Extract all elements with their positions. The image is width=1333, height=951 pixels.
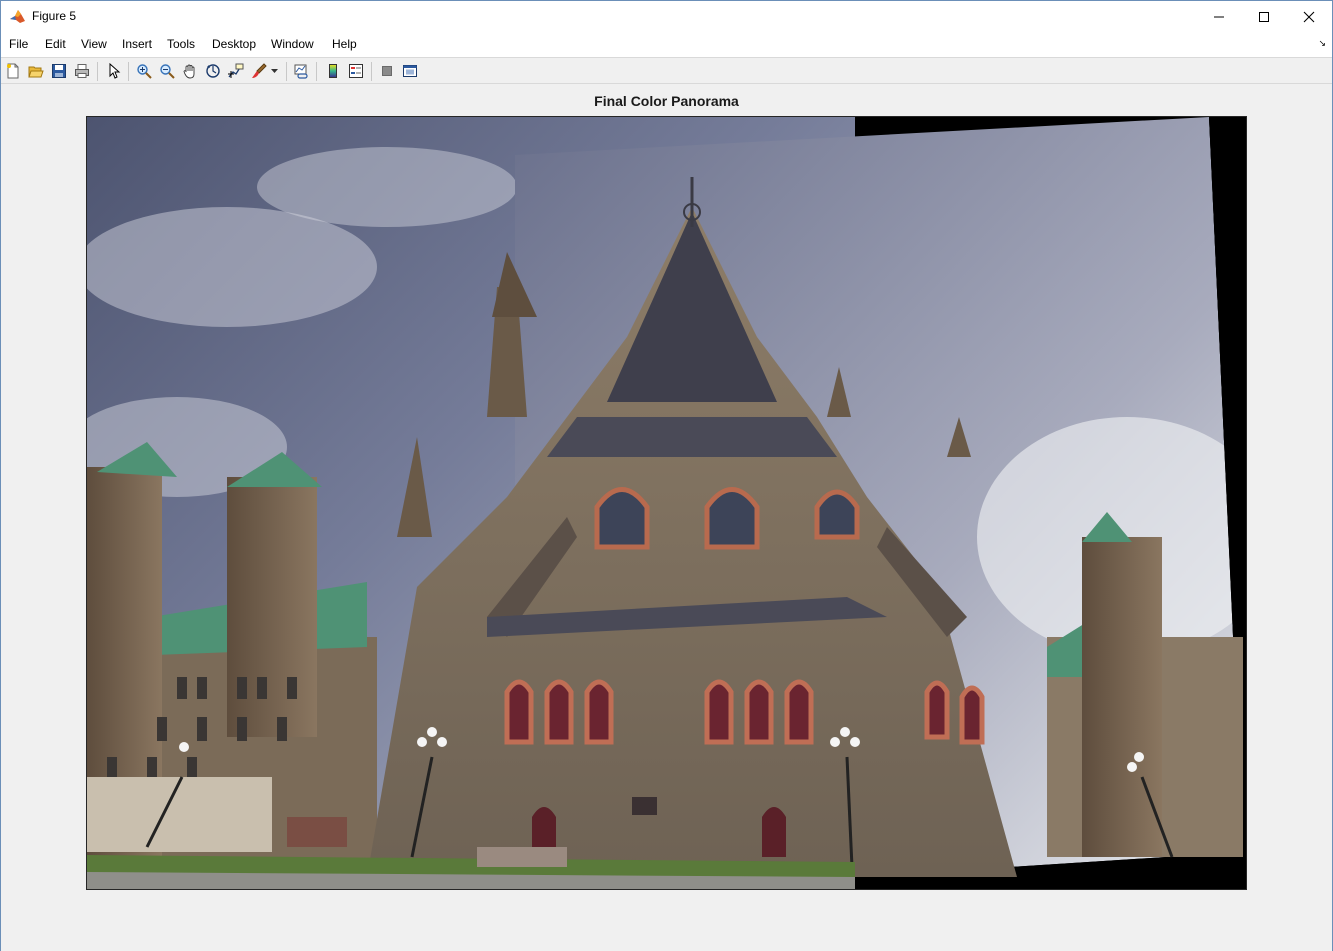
menu-bar: File Edit View Insert Tools Desktop Wind… xyxy=(1,32,1332,57)
insert-legend-icon[interactable] xyxy=(347,62,365,80)
chevron-down-icon[interactable] xyxy=(269,62,279,80)
new-figure-icon[interactable] xyxy=(4,62,22,80)
toolbar-separator xyxy=(128,62,129,81)
insert-colorbar-icon[interactable] xyxy=(324,62,342,80)
menu-tools[interactable]: Tools xyxy=(167,37,195,51)
toolbar-separator xyxy=(316,62,317,81)
edit-plot-arrow-icon[interactable] xyxy=(105,62,123,80)
axes-title: Final Color Panorama xyxy=(594,93,739,109)
open-file-icon[interactable] xyxy=(27,62,45,80)
menu-help[interactable]: Help xyxy=(332,37,357,51)
toolbar-separator xyxy=(371,62,372,81)
menu-insert[interactable]: Insert xyxy=(122,37,152,51)
panorama-illustration xyxy=(87,117,1246,889)
minimize-button[interactable] xyxy=(1196,1,1242,32)
zoom-in-icon[interactable] xyxy=(135,62,153,80)
menu-window[interactable]: Window xyxy=(271,37,314,51)
menu-file[interactable]: File xyxy=(9,37,28,51)
figure-toolbar xyxy=(1,57,1332,84)
menu-desktop[interactable]: Desktop xyxy=(212,37,256,51)
figure-canvas: Final Color Panorama xyxy=(1,85,1332,951)
zoom-out-icon[interactable] xyxy=(158,62,176,80)
dock-figure-icon[interactable]: ↘ xyxy=(1318,38,1326,49)
pan-hand-icon[interactable] xyxy=(181,62,199,80)
brush-icon[interactable] xyxy=(250,62,268,80)
data-cursor-icon[interactable] xyxy=(227,62,245,80)
show-plot-tools-icon[interactable] xyxy=(401,62,419,80)
window-title: Figure 5 xyxy=(32,9,77,23)
menu-view[interactable]: View xyxy=(81,37,107,51)
menu-edit[interactable]: Edit xyxy=(45,37,66,51)
toolbar-separator xyxy=(286,62,287,81)
print-icon[interactable] xyxy=(73,62,91,80)
close-button[interactable] xyxy=(1286,1,1332,32)
title-bar: Figure 5 xyxy=(1,1,1332,32)
hide-plot-tools-icon[interactable] xyxy=(378,62,396,80)
toolbar-separator xyxy=(97,62,98,81)
figure-window: Figure 5 File Edit View Insert Tools Des… xyxy=(0,0,1333,951)
rotate-3d-icon[interactable] xyxy=(204,62,222,80)
matlab-icon xyxy=(9,8,26,25)
maximize-button[interactable] xyxy=(1241,1,1287,32)
save-icon[interactable] xyxy=(50,62,68,80)
link-plot-icon[interactable] xyxy=(292,62,310,80)
panorama-image[interactable] xyxy=(86,116,1247,890)
